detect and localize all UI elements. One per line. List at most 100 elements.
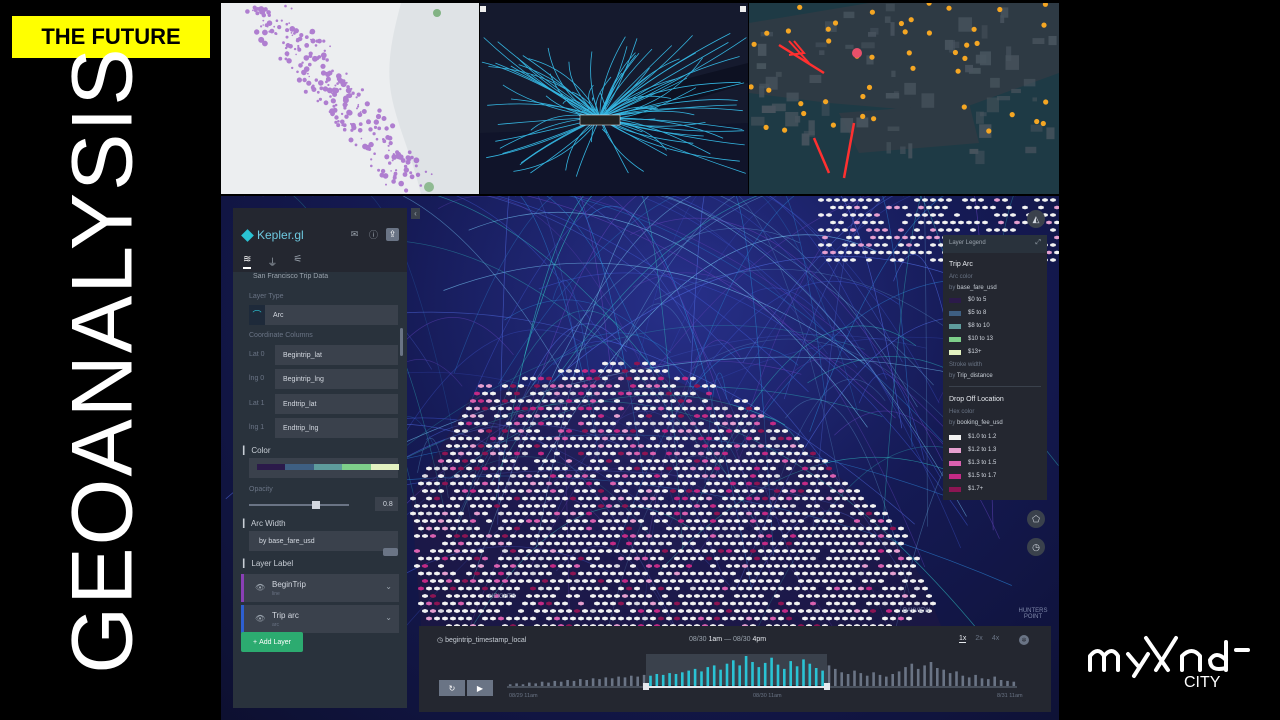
map-dot bbox=[370, 158, 373, 161]
share-icon[interactable]: ⇪ bbox=[386, 228, 399, 241]
settings-icon[interactable]: ✲ bbox=[1019, 635, 1029, 645]
map-dot bbox=[293, 28, 299, 34]
tab-filters-icon[interactable]: ⏚ bbox=[267, 254, 277, 269]
tab-layers-icon[interactable]: ≋ bbox=[243, 254, 252, 269]
coord-field-lng0[interactable]: Begintrip_lng bbox=[275, 369, 398, 389]
map-dot bbox=[293, 47, 297, 51]
color-ramp-bar[interactable] bbox=[257, 464, 400, 470]
map-dot bbox=[316, 99, 320, 103]
info-icon[interactable]: ⓘ bbox=[367, 228, 380, 241]
hexagon-cell bbox=[986, 228, 992, 232]
expand-icon[interactable]: ⤢ bbox=[1035, 239, 1041, 247]
coord-field-lng1[interactable]: Endtrip_lng bbox=[275, 418, 398, 438]
hexagon-cell bbox=[662, 369, 668, 373]
tab-interactions-icon[interactable]: ⚟ bbox=[293, 254, 302, 269]
legend-hex-bin: $1.7+ bbox=[949, 486, 983, 492]
histogram-bar bbox=[872, 672, 875, 686]
map-dot bbox=[368, 141, 374, 148]
map-dot bbox=[254, 29, 260, 35]
hexagon-cell bbox=[1046, 220, 1052, 225]
legend-hex-bin: $1.0 to 1.2 bbox=[949, 434, 996, 440]
hexagon-cell bbox=[830, 220, 836, 225]
layer-item-begintrip[interactable]: 👁 BeginTrip line ⌄ bbox=[241, 574, 399, 602]
map-dot bbox=[375, 137, 379, 141]
map-pin bbox=[971, 26, 977, 32]
layer-type: line bbox=[272, 591, 280, 597]
clock-icon[interactable]: ◷ bbox=[1027, 538, 1045, 556]
layer-label-toggle[interactable] bbox=[383, 548, 398, 556]
arc-width-select[interactable]: by base_fare_usd bbox=[249, 531, 398, 551]
building-block bbox=[815, 42, 827, 48]
histogram-bar bbox=[630, 675, 633, 686]
legend-arc-bin: $0 to 5 bbox=[949, 297, 986, 303]
panel-scrollbar[interactable] bbox=[400, 328, 403, 356]
map-dot bbox=[291, 34, 294, 37]
speed-1x[interactable]: 1x bbox=[959, 635, 967, 643]
building-block bbox=[958, 17, 972, 32]
map-pin bbox=[764, 30, 770, 36]
chevron-down-icon[interactable]: ⌄ bbox=[385, 582, 392, 591]
hexagon-cell bbox=[850, 258, 856, 262]
map-pin bbox=[785, 28, 791, 34]
hexagon-cell bbox=[954, 213, 960, 217]
map-dot bbox=[297, 36, 303, 42]
collapse-panel-icon[interactable]: ‹ bbox=[411, 208, 420, 219]
hexagon-cell bbox=[1042, 198, 1048, 202]
map-dot bbox=[373, 152, 376, 155]
hexagon-cell bbox=[962, 198, 968, 202]
trip-histogram[interactable] bbox=[507, 654, 1017, 712]
draw-polygon-icon[interactable]: ⬠ bbox=[1027, 510, 1045, 528]
histogram-bar bbox=[508, 684, 512, 686]
map-dot bbox=[285, 35, 289, 39]
map-pin bbox=[926, 30, 932, 36]
histogram-bar bbox=[681, 672, 684, 686]
eye-icon[interactable]: 👁 bbox=[255, 583, 265, 592]
map-pin bbox=[826, 38, 832, 44]
hexagon-cell bbox=[1046, 250, 1052, 255]
building-block bbox=[976, 111, 984, 124]
eye-icon[interactable]: 👁 bbox=[255, 614, 265, 623]
building-block bbox=[986, 97, 999, 113]
range-handle-end[interactable] bbox=[824, 683, 830, 690]
selected-time-window[interactable] bbox=[646, 654, 827, 685]
map-dot bbox=[357, 103, 360, 106]
map-dot bbox=[390, 123, 396, 129]
hexagon-cell bbox=[846, 250, 852, 255]
chevron-down-icon[interactable]: ⌄ bbox=[385, 613, 392, 622]
coord-field-lat1[interactable]: Endtrip_lat bbox=[275, 394, 398, 414]
map-dot bbox=[340, 112, 344, 116]
hexagon-cell bbox=[822, 459, 828, 463]
play-button[interactable]: ▶ bbox=[467, 680, 493, 696]
histogram-bar bbox=[834, 668, 837, 686]
reset-button[interactable]: ↻ bbox=[439, 680, 465, 696]
map-dot bbox=[319, 86, 324, 91]
map-pin bbox=[961, 104, 967, 110]
opacity-slider-knob[interactable] bbox=[312, 501, 320, 509]
layer-item-trip-arc[interactable]: 👁 Trip arc arc ⌄ bbox=[241, 605, 399, 633]
layer-type-select[interactable]: ⌒ Arc bbox=[249, 305, 398, 325]
building-block bbox=[908, 143, 913, 159]
map-pin bbox=[871, 116, 877, 122]
building-block bbox=[1023, 78, 1036, 87]
building-block bbox=[765, 76, 778, 90]
speed-4x[interactable]: 4x bbox=[992, 635, 999, 643]
map-dot bbox=[308, 75, 310, 78]
3d-view-icon[interactable]: ◭ bbox=[1027, 210, 1045, 228]
hexagon-cell bbox=[530, 376, 536, 381]
map-dot bbox=[284, 46, 288, 50]
legend-swatch bbox=[949, 297, 961, 303]
legend-hex-color-label: Hex color bbox=[949, 409, 975, 415]
coord-field-lat0[interactable]: Begintrip_lat bbox=[275, 345, 398, 365]
trip-arc bbox=[863, 196, 913, 447]
hexagon-cell bbox=[906, 213, 912, 217]
opacity-value[interactable]: 0.8 bbox=[375, 497, 398, 511]
building-block bbox=[756, 63, 767, 69]
hexagon-cell bbox=[870, 220, 876, 225]
speed-2x[interactable]: 2x bbox=[975, 635, 982, 643]
opacity-slider[interactable] bbox=[249, 501, 349, 509]
add-layer-button[interactable]: + Add Layer bbox=[241, 632, 303, 652]
range-handle-start[interactable] bbox=[643, 683, 649, 690]
histogram-bar bbox=[878, 674, 882, 686]
histogram-bar bbox=[974, 674, 977, 686]
mail-icon[interactable]: ✉ bbox=[348, 228, 361, 241]
